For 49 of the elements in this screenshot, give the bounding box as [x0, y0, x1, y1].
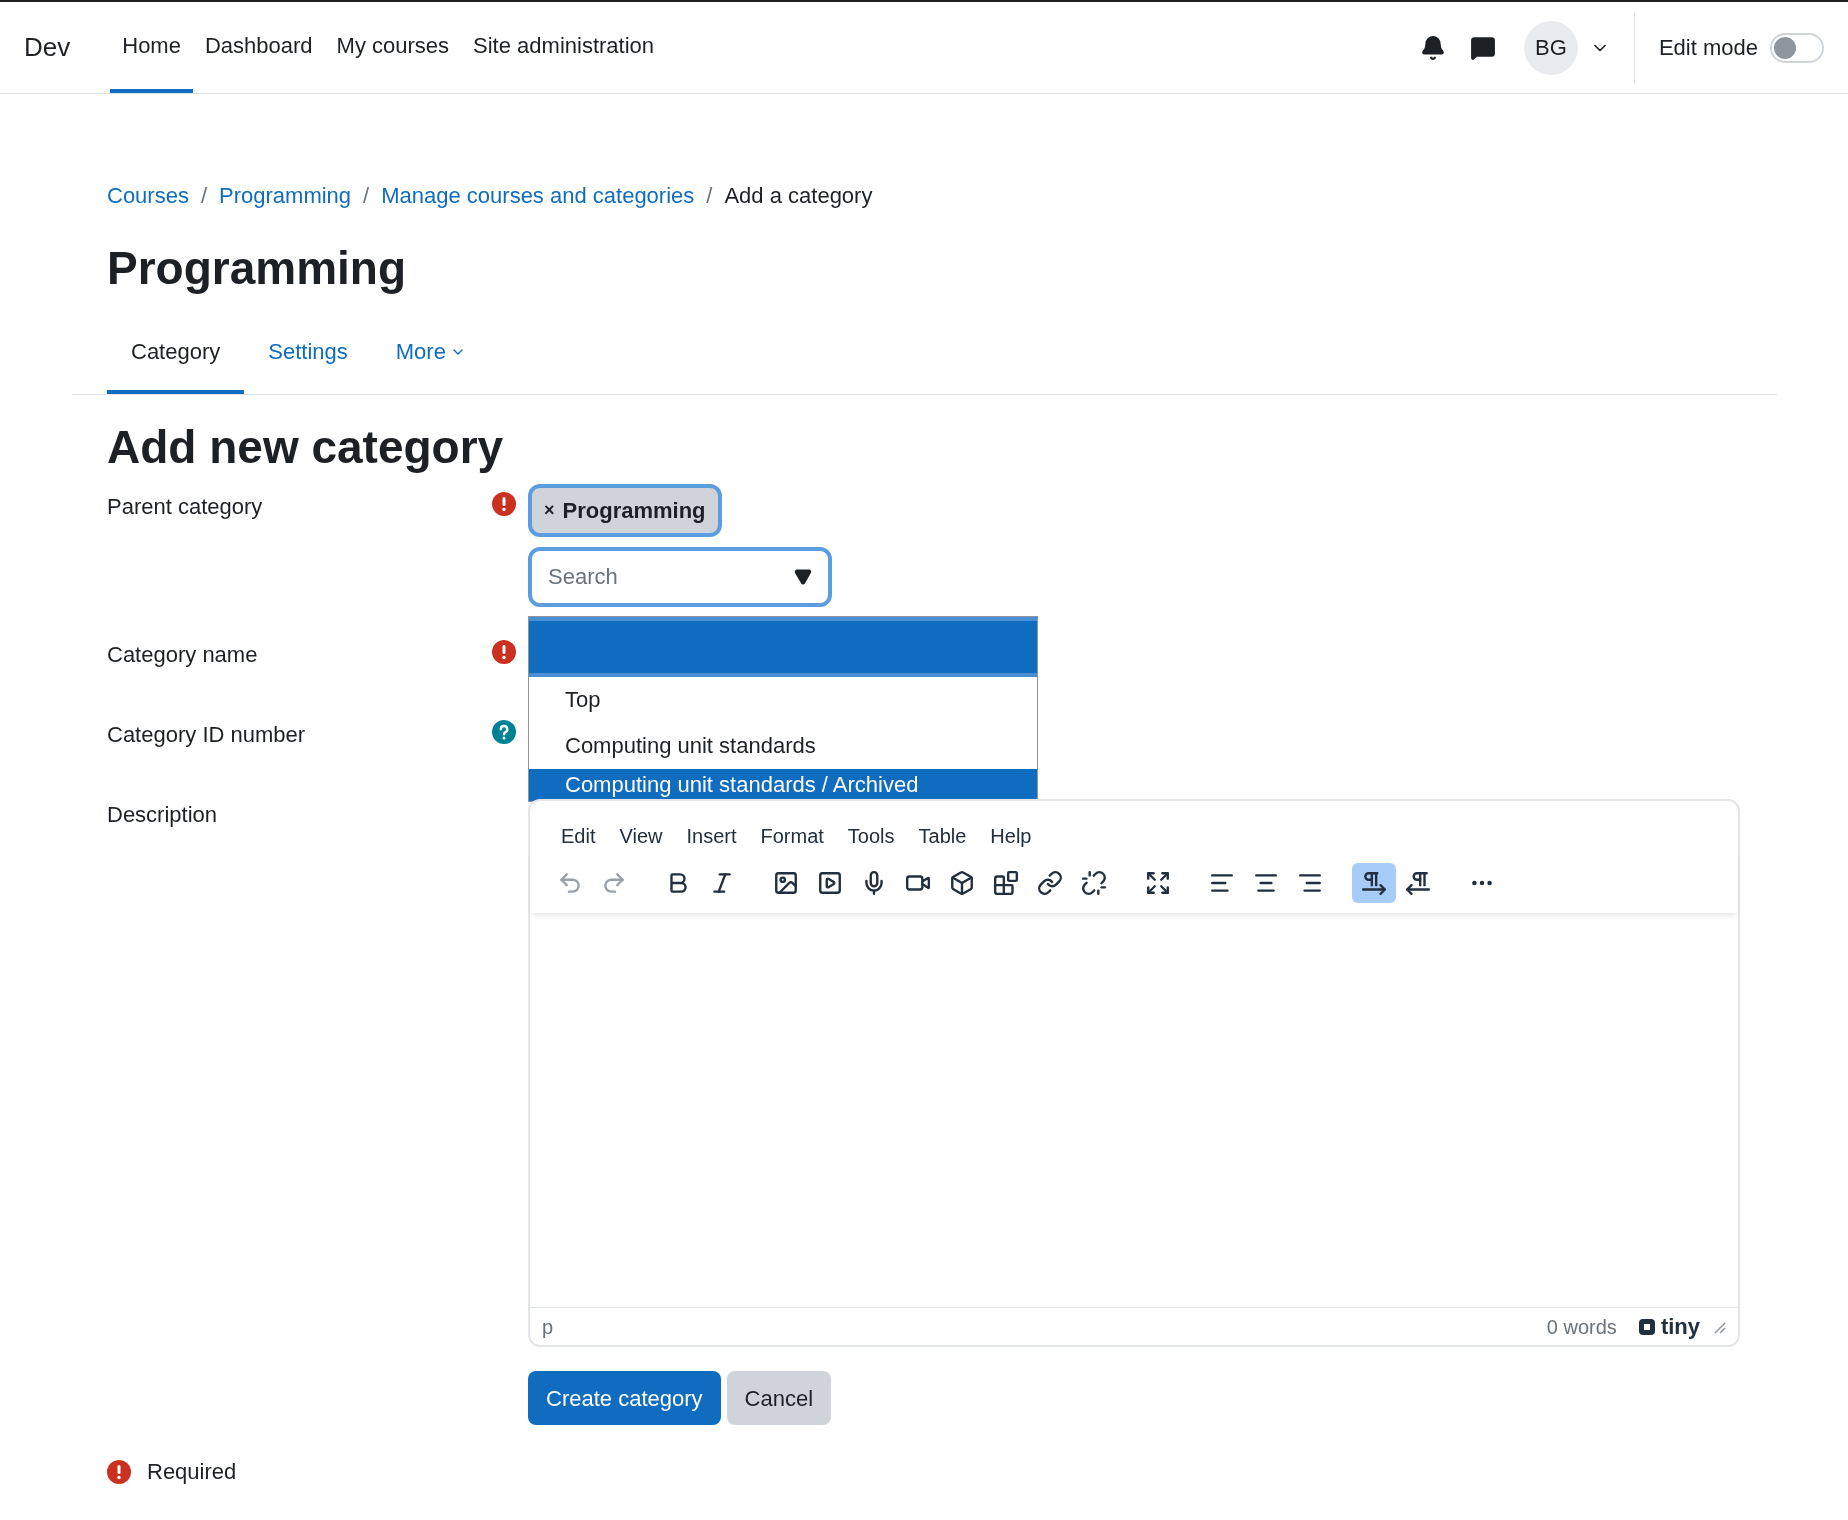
required-icon — [492, 640, 516, 664]
field-label: Category name — [107, 641, 258, 669]
pilcrow-right-icon[interactable] — [1352, 863, 1396, 903]
breadcrumb-current: Add a category — [724, 182, 873, 210]
field-label: Description — [107, 801, 218, 829]
page-title: Programming — [107, 241, 408, 296]
tab[interactable]: Settings — [244, 331, 372, 394]
word-count[interactable]: 0 words — [1546, 1311, 1617, 1342]
search-field[interactable]: Search — [528, 547, 832, 607]
resize-handle-icon[interactable] — [1712, 1319, 1726, 1334]
tab[interactable]: Category — [107, 331, 245, 394]
breadcrumb-link[interactable]: Programming — [219, 179, 352, 212]
editor-menu-item[interactable]: Table — [915, 821, 970, 851]
nav-link[interactable]: Home — [110, 2, 193, 93]
edit-mode-label: Edit mode — [1658, 34, 1758, 62]
editor-menu-item[interactable]: Tools — [844, 821, 898, 851]
caret-icon[interactable] — [794, 568, 812, 586]
editor-brand-logo[interactable]: tiny — [1636, 1310, 1700, 1343]
editor-menu-item[interactable]: Insert — [683, 821, 740, 851]
bell-icon[interactable] — [1419, 34, 1446, 61]
editor-menu-item[interactable]: Format — [757, 821, 827, 851]
required-note: Required — [147, 1458, 237, 1486]
required-icon — [107, 1459, 131, 1484]
breadcrumb-separator: / — [363, 182, 370, 210]
required-icon — [492, 492, 516, 516]
site-name[interactable]: Dev — [24, 28, 71, 67]
selected-category-chip[interactable]: × Programming — [528, 484, 722, 537]
field-label: Category ID number — [107, 721, 306, 749]
breadcrumb-separator: / — [706, 182, 713, 210]
primary-button[interactable]: Create category — [528, 1371, 721, 1425]
chat-icon[interactable] — [1469, 34, 1496, 61]
dropdown-option[interactable]: Computing unit standards / Archived — [529, 769, 1037, 801]
element-path[interactable]: p — [542, 1311, 554, 1342]
breadcrumb-link[interactable]: Courses — [107, 179, 189, 212]
nav-link[interactable]: Dashboard — [192, 2, 325, 93]
nav-link[interactable]: My courses — [324, 2, 462, 93]
field-label: Parent category — [107, 493, 263, 521]
edit-mode-switch[interactable] — [1770, 32, 1824, 63]
tab[interactable]: More — [371, 331, 490, 394]
breadcrumb-separator: / — [200, 182, 208, 210]
secondary-button[interactable]: Cancel — [726, 1371, 831, 1425]
editor-menu-item[interactable]: Edit — [558, 821, 599, 851]
breadcrumb-link[interactable]: Manage courses and categories — [381, 179, 695, 212]
user-avatar[interactable]: BG — [1523, 20, 1578, 75]
help-icon[interactable] — [492, 720, 516, 744]
nav-link[interactable]: Site administration — [461, 2, 667, 93]
form-heading: Add new category — [107, 420, 505, 475]
editor-menu-item[interactable]: Help — [987, 821, 1035, 851]
editor-menu-item[interactable]: View — [616, 821, 666, 851]
